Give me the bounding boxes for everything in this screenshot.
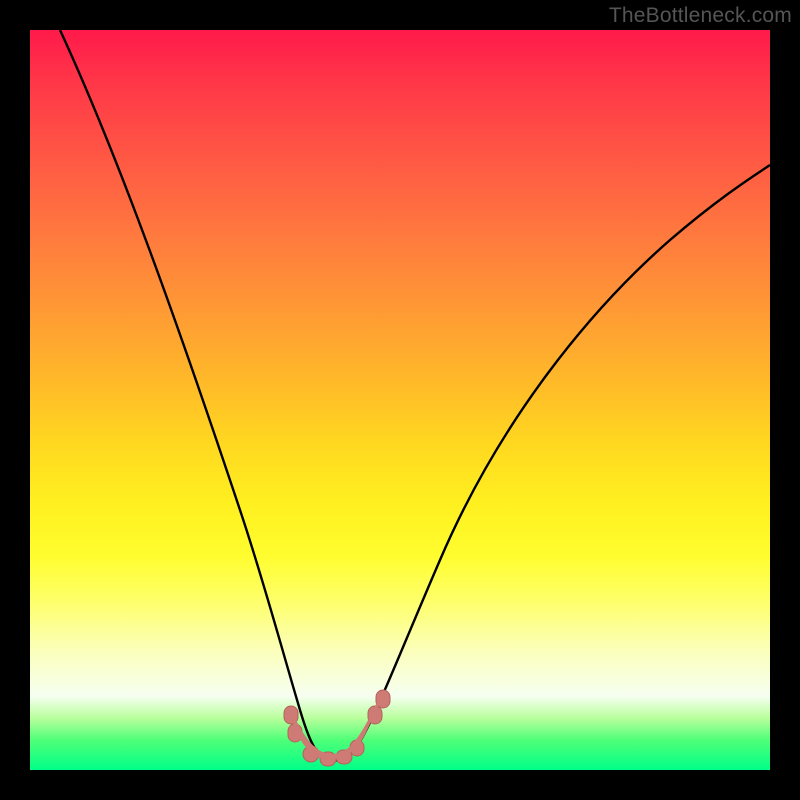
bottleneck-curve — [60, 30, 770, 760]
marker-group — [284, 690, 390, 766]
curve-layer — [30, 30, 770, 770]
chart-frame: TheBottleneck.com — [0, 0, 800, 800]
watermark-text: TheBottleneck.com — [609, 4, 792, 28]
plot-area — [30, 30, 770, 770]
